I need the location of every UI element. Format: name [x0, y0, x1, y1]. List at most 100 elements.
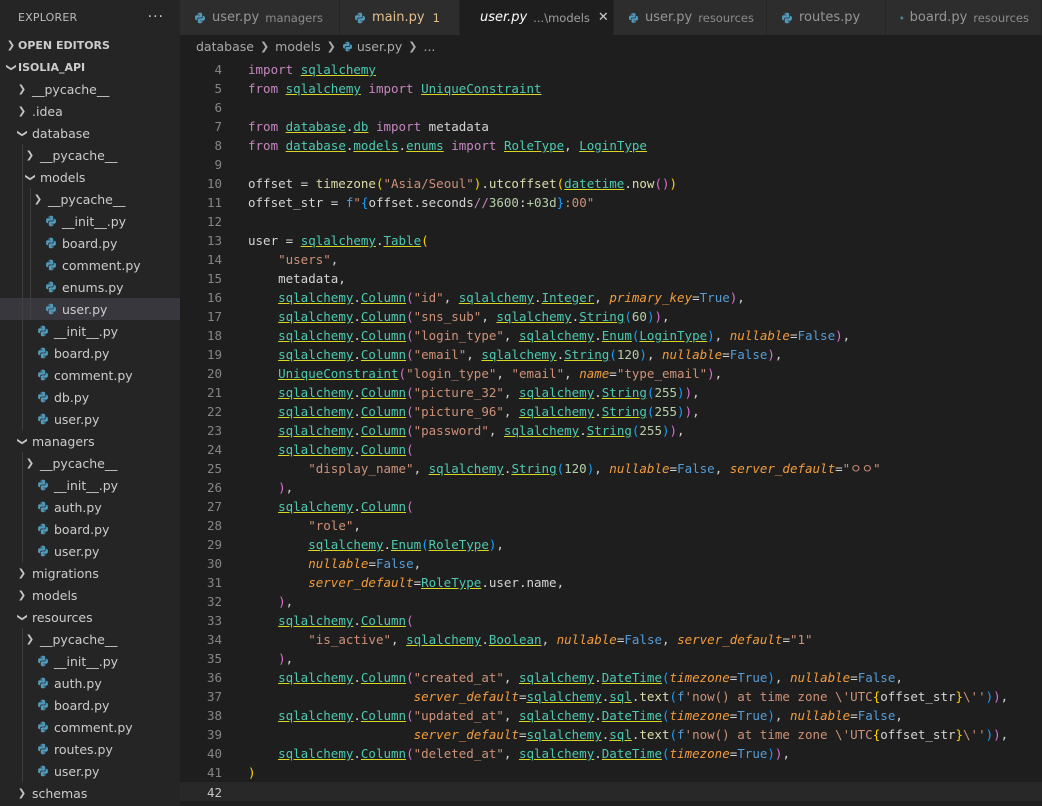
code-line[interactable]: 10 offset = timezone("Asia/Seoul").utcoff… — [180, 174, 1042, 193]
tree-file[interactable]: __init__.py — [0, 210, 180, 232]
tree-folder[interactable]: ❯ __pycache__ — [0, 144, 180, 166]
code-line[interactable]: 37 server_default=sqlalchemy.sql.text(f'… — [180, 687, 1042, 706]
tree-file[interactable]: user.py — [0, 408, 180, 430]
tree-folder[interactable]: ❯ database — [0, 122, 180, 144]
code-line[interactable]: 31 server_default=RoleType.user.name, — [180, 573, 1042, 592]
code-line[interactable]: 7 from database.db import metadata — [180, 117, 1042, 136]
code-line[interactable]: 14 "users", — [180, 250, 1042, 269]
breadcrumb-item[interactable]: database — [196, 39, 254, 54]
code-token: ( — [406, 347, 414, 362]
code-line[interactable]: 26 ), — [180, 478, 1042, 497]
code-token: db — [353, 119, 369, 134]
code-line[interactable]: 11 offset_str = f"{offset.seconds//3600:+… — [180, 193, 1042, 212]
tree-file[interactable]: auth.py — [0, 672, 180, 694]
code-line[interactable]: 39 server_default=sqlalchemy.sql.text(f'… — [180, 725, 1042, 744]
code-line[interactable]: 5 from sqlalchemy import UniqueConstraint — [180, 79, 1042, 98]
tree-file[interactable]: __init__.py — [0, 474, 180, 496]
tree-folder[interactable]: ❯ managers — [0, 430, 180, 452]
line-number: 27 — [206, 499, 222, 514]
tree-folder[interactable]: ❯ .idea — [0, 100, 180, 122]
tree-file[interactable]: comment.py — [0, 364, 180, 386]
tree-file[interactable]: comment.py — [0, 716, 180, 738]
code-line[interactable]: 17 sqlalchemy.Column("sns_sub", sqlalche… — [180, 307, 1042, 326]
code-editor[interactable]: 4 import sqlalchemy 5 from sqlalchemy impor… — [180, 60, 1042, 806]
code-line[interactable]: 20 UniqueConstraint("login_type", "email… — [180, 364, 1042, 383]
breadcrumb-item[interactable]: user.py — [357, 39, 402, 54]
tree-folder[interactable]: ❯ schemas — [0, 782, 180, 804]
code-line[interactable]: 40 sqlalchemy.Column("deleted_at", sqlal… — [180, 744, 1042, 763]
editor-tab[interactable]: user.py ...\models ✕ — [460, 0, 614, 35]
code-line[interactable]: 15 metadata, — [180, 269, 1042, 288]
code-line[interactable]: 28 "role", — [180, 516, 1042, 535]
code-line[interactable]: 22 sqlalchemy.Column("picture_96", sqlal… — [180, 402, 1042, 421]
code-line[interactable]: 36 sqlalchemy.Column("created_at", sqlal… — [180, 668, 1042, 687]
editor-tab[interactable]: routes.py — [767, 0, 886, 35]
code-line[interactable]: 38 sqlalchemy.Column("updated_at", sqlal… — [180, 706, 1042, 725]
code-token: ( — [556, 461, 565, 476]
indent-guide — [22, 144, 23, 166]
tree-folder[interactable]: ❯ __pycache__ — [0, 452, 180, 474]
tree-file[interactable]: user.py — [0, 760, 180, 782]
code-line[interactable]: 29 sqlalchemy.Enum(RoleType), — [180, 535, 1042, 554]
code-line[interactable]: 4 import sqlalchemy — [180, 60, 1042, 79]
code-line[interactable]: 34 "is_active", sqlalchemy.Boolean, null… — [180, 630, 1042, 649]
tree-file[interactable]: __init__.py — [0, 650, 180, 672]
tree-folder[interactable]: ❯ __pycache__ — [0, 628, 180, 650]
close-icon[interactable]: ✕ — [598, 10, 609, 25]
code-line[interactable]: 12 — [180, 212, 1042, 231]
code-line[interactable]: 9 — [180, 155, 1042, 174]
tree-file[interactable]: board.py — [0, 518, 180, 540]
line-number: 14 — [206, 252, 222, 267]
editor-tab[interactable]: main.py 1 — [340, 0, 460, 35]
code-line[interactable]: 6 — [180, 98, 1042, 117]
code-line[interactable]: 27 sqlalchemy.Column( — [180, 497, 1042, 516]
code-token: , — [737, 290, 745, 305]
code-token: , — [503, 385, 519, 400]
breadcrumb-item[interactable]: models — [275, 39, 320, 54]
code-line[interactable]: 23 sqlalchemy.Column("password", sqlalch… — [180, 421, 1042, 440]
code-line[interactable]: 21 sqlalchemy.Column("picture_32", sqlal… — [180, 383, 1042, 402]
tree-item-label: board.py — [62, 235, 118, 251]
editor-tab[interactable]: board.py resources — [886, 0, 1042, 35]
tree-file[interactable]: user.py — [0, 298, 180, 320]
code-text: sqlalchemy.Column( — [248, 611, 413, 630]
open-editors-section[interactable]: ❯ OPEN EDITORS — [0, 34, 180, 56]
code-line[interactable]: 16 sqlalchemy.Column("id", sqlalchemy.In… — [180, 288, 1042, 307]
editor-tab[interactable]: user.py managers — [180, 0, 340, 35]
project-section[interactable]: ❯ ISOLIA_API — [0, 56, 180, 78]
tree-folder[interactable]: ❯ migrations — [0, 562, 180, 584]
code-line[interactable]: 32 ), — [180, 592, 1042, 611]
breadcrumb-item[interactable]: ... — [423, 39, 435, 54]
code-line[interactable]: 35 ), — [180, 649, 1042, 668]
code-text: sqlalchemy.Column( — [248, 440, 413, 459]
tree-file[interactable]: board.py — [0, 232, 180, 254]
code-line[interactable]: 19 sqlalchemy.Column("email", sqlalchemy… — [180, 345, 1042, 364]
tree-file[interactable]: __init__.py — [0, 320, 180, 342]
tree-file[interactable]: enums.py — [0, 276, 180, 298]
code-line[interactable]: 18 sqlalchemy.Column("login_type", sqlal… — [180, 326, 1042, 345]
tree-file[interactable]: user.py — [0, 540, 180, 562]
tree-folder[interactable]: ❯ resources — [0, 606, 180, 628]
tree-folder[interactable]: ❯ models — [0, 584, 180, 606]
code-line[interactable]: 30 nullable=False, — [180, 554, 1042, 573]
tree-file[interactable]: auth.py — [0, 496, 180, 518]
tree-folder[interactable]: ❯ models — [0, 166, 180, 188]
tree-file[interactable]: board.py — [0, 342, 180, 364]
tree-folder[interactable]: ❯ __pycache__ — [0, 188, 180, 210]
tree-file[interactable]: db.py — [0, 386, 180, 408]
code-line[interactable]: 33 sqlalchemy.Column( — [180, 611, 1042, 630]
tree-folder[interactable]: ❯ __pycache__ — [0, 78, 180, 100]
code-line[interactable]: 41) — [180, 763, 1042, 782]
code-line[interactable]: 42 — [180, 782, 1042, 801]
tree-file[interactable]: routes.py — [0, 738, 180, 760]
code-line[interactable]: 25 "display_name", sqlalchemy.String(120… — [180, 459, 1042, 478]
code-line[interactable]: 13 user = sqlalchemy.Table( — [180, 231, 1042, 250]
code-token: , — [714, 461, 730, 476]
tree-file[interactable]: comment.py — [0, 254, 180, 276]
more-actions-icon[interactable]: ··· — [148, 9, 164, 25]
editor-tab[interactable]: user.py resources — [614, 0, 767, 35]
code-line[interactable]: 8 from database.models.enums import RoleT… — [180, 136, 1042, 155]
code-line[interactable]: 24 sqlalchemy.Column( — [180, 440, 1042, 459]
tree-file[interactable]: board.py — [0, 694, 180, 716]
